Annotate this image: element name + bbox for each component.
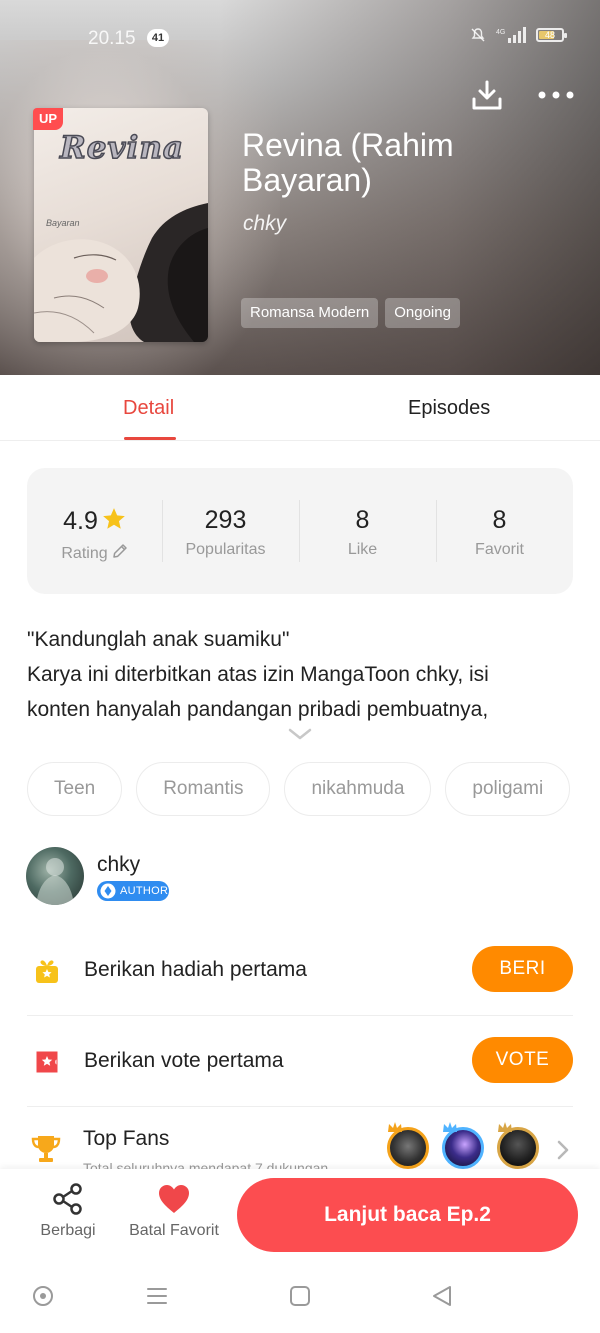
diamond-icon bbox=[100, 883, 116, 899]
author-row[interactable]: chky AUTHOR bbox=[26, 847, 576, 907]
book-title: Revina (Rahim Bayaran) bbox=[242, 127, 454, 198]
unfavorite-label: Batal Favorit bbox=[129, 1222, 219, 1239]
favorite-value: 8 bbox=[492, 506, 507, 534]
vote-row: Berikan vote pertama VOTE bbox=[27, 1016, 573, 1107]
tab-detail[interactable]: Detail bbox=[123, 397, 174, 420]
chevron-down-icon[interactable] bbox=[287, 726, 313, 742]
cover-title: Revina bbox=[59, 129, 184, 167]
rating-value: 4.9 bbox=[63, 507, 98, 535]
fan-avatar[interactable] bbox=[442, 1127, 484, 1169]
like-value: 8 bbox=[355, 506, 370, 534]
tag-chip[interactable]: nikahmuda bbox=[284, 762, 432, 816]
tag-chips: Teen Romantis nikahmuda poligami bbox=[27, 762, 571, 816]
active-tab-indicator bbox=[124, 437, 176, 440]
stat-popularity: 293 Popularitas bbox=[157, 468, 294, 594]
tag-chip[interactable]: Teen bbox=[27, 762, 123, 816]
gift-icon bbox=[36, 960, 58, 983]
header-actions bbox=[470, 78, 574, 112]
description-line: Karya ini diterbitkan atas izin MangaToo… bbox=[27, 663, 489, 686]
top-fans-title: Top Fans bbox=[83, 1127, 170, 1150]
author-badge: AUTHOR bbox=[97, 881, 169, 901]
book-cover[interactable]: Revina Bayaran bbox=[34, 108, 208, 342]
battery-icon: 48 bbox=[536, 28, 567, 42]
star-icon bbox=[103, 508, 125, 529]
tag-chip[interactable]: Romantis bbox=[136, 762, 271, 816]
author-badge-label: AUTHOR bbox=[120, 885, 169, 897]
svg-text:4G: 4G bbox=[496, 29, 505, 36]
stat-favorite: 8 Favorit bbox=[431, 468, 568, 594]
stat-like: 8 Like bbox=[294, 468, 431, 594]
tag-chip[interactable]: poligami bbox=[445, 762, 571, 816]
status-bar: 20.15 41 4G 48 bbox=[0, 0, 600, 76]
description-line: "Kandunglah anak suamiku" bbox=[27, 628, 290, 651]
notification-count-badge: 41 bbox=[147, 29, 169, 47]
share-button[interactable]: Berbagi bbox=[30, 1183, 106, 1240]
menu-icon[interactable] bbox=[145, 1284, 169, 1308]
battery-level: 48 bbox=[544, 30, 555, 40]
unfavorite-button[interactable]: Batal Favorit bbox=[120, 1183, 228, 1240]
share-icon bbox=[53, 1183, 82, 1215]
continue-reading-button[interactable]: Lanjut baca Ep.2 bbox=[237, 1178, 578, 1252]
download-icon[interactable] bbox=[470, 78, 504, 112]
mute-icon bbox=[471, 28, 485, 42]
home-icon[interactable] bbox=[288, 1284, 312, 1308]
fan-avatar[interactable] bbox=[387, 1127, 429, 1169]
gift-label: Berikan hadiah pertama bbox=[84, 958, 307, 981]
genre-tags: Romansa Modern Ongoing bbox=[241, 298, 460, 328]
avatar[interactable] bbox=[26, 847, 84, 905]
like-label: Like bbox=[347, 541, 378, 558]
vote-button[interactable]: VOTE bbox=[472, 1037, 573, 1083]
detail-tabs: Detail Episodes bbox=[0, 375, 600, 441]
fan-avatar[interactable] bbox=[497, 1127, 539, 1169]
system-nav-bar bbox=[0, 1265, 600, 1333]
bottom-action-bar: Berbagi Batal Favorit Lanjut baca Ep.2 bbox=[0, 1169, 600, 1265]
cover-signature: Bayaran bbox=[46, 218, 80, 228]
gift-row: Berikan hadiah pertama BERI bbox=[27, 925, 573, 1016]
favorite-label: Favorit bbox=[475, 541, 524, 558]
share-label: Berbagi bbox=[40, 1222, 96, 1239]
signal-icon: 4G bbox=[496, 27, 526, 43]
stats-card: 4.9 Rating 293 Popularitas 8 Like 8 Favo… bbox=[27, 468, 573, 594]
status-time: 20.15 bbox=[88, 28, 136, 49]
assistive-touch-icon[interactable] bbox=[31, 1284, 55, 1308]
crown-icon bbox=[388, 1122, 402, 1132]
back-icon[interactable] bbox=[430, 1284, 454, 1308]
author-name[interactable]: chky bbox=[97, 853, 140, 877]
crown-icon bbox=[443, 1122, 457, 1132]
popularity-label: Popularitas bbox=[185, 541, 266, 558]
book-author[interactable]: chky bbox=[243, 212, 286, 236]
more-icon[interactable] bbox=[538, 90, 574, 100]
edit-rating-icon[interactable] bbox=[110, 541, 130, 561]
trophy-icon bbox=[31, 1136, 61, 1162]
status-icons: 4G 48 bbox=[470, 26, 567, 44]
vote-label: Berikan vote pertama bbox=[84, 1049, 284, 1072]
description-line: konten hanyalah pandangan pribadi pembua… bbox=[27, 698, 489, 721]
top-fans-subtitle: Total seluruhnya mendapat 7 dukungan bbox=[83, 1160, 329, 1169]
genre-tag[interactable]: Romansa Modern bbox=[241, 298, 379, 328]
top-fans-row[interactable]: Top Fans Total seluruhnya mendapat 7 duk… bbox=[27, 1107, 573, 1169]
book-description: "Kandunglah anak suamiku" Karya ini dite… bbox=[27, 622, 583, 727]
rating-label: Rating bbox=[61, 545, 108, 562]
gift-button[interactable]: BERI bbox=[472, 946, 573, 992]
status-tag: Ongoing bbox=[385, 298, 460, 328]
book-header: 20.15 41 4G 48 Revina Bayaran UP Revina … bbox=[0, 0, 600, 375]
vote-ticket-icon bbox=[36, 1051, 58, 1073]
chevron-right-icon[interactable] bbox=[557, 1140, 569, 1160]
crown-icon bbox=[498, 1122, 512, 1132]
update-badge: UP bbox=[33, 108, 63, 130]
stat-rating[interactable]: 4.9 Rating bbox=[27, 468, 164, 594]
popularity-value: 293 bbox=[204, 506, 247, 534]
heart-icon bbox=[159, 1185, 189, 1213]
tab-episodes[interactable]: Episodes bbox=[408, 397, 490, 420]
